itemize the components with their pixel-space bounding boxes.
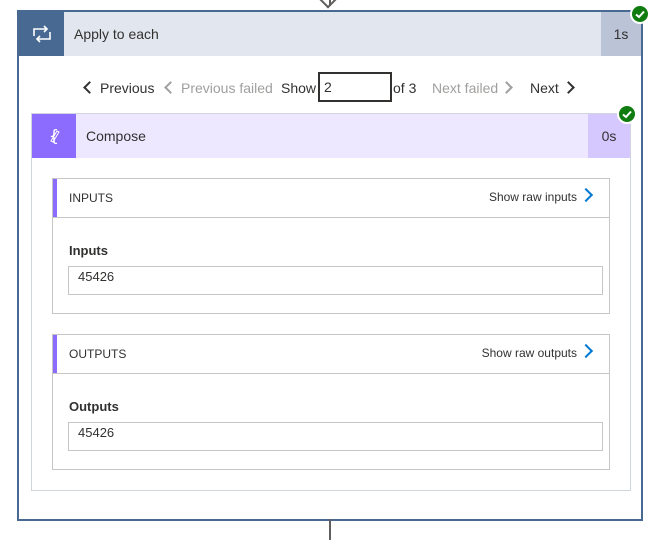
apply-to-each-header[interactable]: Apply to each 1s: [19, 12, 641, 56]
apply-to-each-title: Apply to each: [74, 26, 159, 42]
compose-title: Compose: [86, 128, 146, 144]
page-number-input[interactable]: [318, 72, 392, 102]
chevron-right-icon: [561, 81, 575, 94]
inputs-value-box: 45426: [68, 266, 603, 295]
outputs-section-title: OUTPUTS: [69, 347, 127, 361]
inputs-section-title: INPUTS: [69, 191, 114, 205]
compose-card: { Compose 0s INPUTS Show raw inputs Inpu…: [31, 113, 631, 491]
compose-header[interactable]: { Compose 0s: [32, 114, 630, 158]
next-failed-button[interactable]: Next failed: [432, 80, 514, 96]
previous-failed-button[interactable]: Previous failed: [164, 80, 273, 96]
inputs-section: INPUTS Show raw inputs Inputs 45426: [52, 178, 610, 314]
previous-button[interactable]: Previous: [83, 80, 155, 96]
connector-line-bottom: [329, 519, 331, 540]
arrow-down-icon: [319, 0, 337, 9]
page-total-label: of 3: [393, 80, 417, 96]
show-raw-inputs-link[interactable]: Show raw inputs: [489, 190, 577, 204]
chevron-left-icon: [83, 81, 96, 94]
next-button[interactable]: Next: [530, 80, 575, 96]
next-failed-label: Next failed: [432, 80, 499, 96]
next-label: Next: [530, 80, 559, 96]
outputs-section-header: OUTPUTS Show raw outputs: [53, 335, 609, 374]
loop-icon: [19, 12, 64, 56]
inputs-accent-bar: [53, 179, 57, 217]
outputs-section: OUTPUTS Show raw outputs Outputs 45426: [52, 334, 610, 470]
previous-failed-label: Previous failed: [181, 80, 273, 96]
show-raw-outputs-link[interactable]: Show raw outputs: [482, 346, 577, 360]
outputs-value-box: 45426: [68, 422, 603, 451]
outputs-accent-bar: [53, 335, 57, 373]
compose-icon: {: [32, 114, 76, 158]
chevron-right-icon: [500, 81, 514, 94]
success-check-icon: [630, 4, 650, 24]
chevron-right-icon[interactable]: [578, 187, 594, 203]
chevron-right-icon[interactable]: [578, 343, 594, 359]
chevron-left-icon: [164, 81, 177, 94]
previous-label: Previous: [100, 80, 155, 96]
inputs-section-header: INPUTS Show raw inputs: [53, 179, 609, 218]
apply-to-each-duration: 1s: [613, 26, 629, 42]
success-check-icon: [617, 104, 637, 124]
show-label: Show: [281, 80, 317, 96]
compose-duration: 0s: [601, 128, 617, 144]
apply-to-each-card: Apply to each 1s Previous Previous faile…: [17, 10, 643, 521]
outputs-field-label: Outputs: [69, 399, 119, 414]
inputs-field-label: Inputs: [69, 243, 108, 258]
